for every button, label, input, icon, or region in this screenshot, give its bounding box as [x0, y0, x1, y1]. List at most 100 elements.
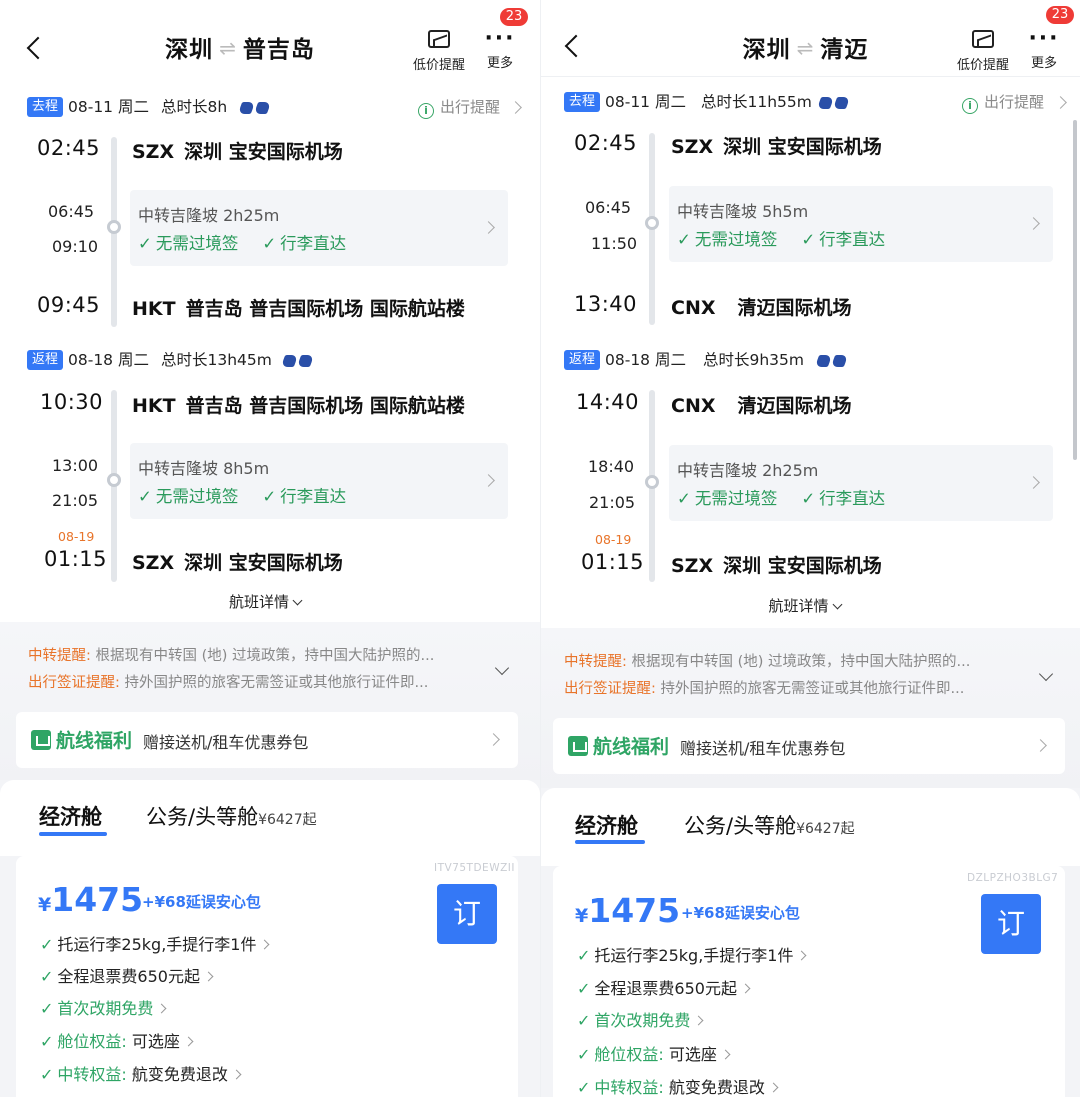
flight-detail-toggle[interactable]: 航班详情 — [0, 591, 535, 612]
book-button[interactable]: 订 — [981, 894, 1041, 954]
return-transfer-title: 中转吉隆坡 8h5m — [138, 459, 270, 478]
airline-logo-icon — [237, 100, 274, 114]
fare-code: ITV75TDEWZII — [434, 862, 515, 874]
chevron-down-icon — [292, 595, 303, 606]
tab-economy[interactable]: 经济舱 — [39, 801, 102, 831]
travel-reminder-button[interactable]: i 出行提醒 — [418, 94, 500, 120]
return-transfer-arr-time: 13:00 — [52, 456, 99, 475]
return-date: 08-18 周二 — [68, 351, 149, 369]
more-button[interactable]: ··· 更多 — [468, 28, 532, 72]
return-leg-header: 返程 08-18 周二 总时长9h35m — [541, 347, 1080, 373]
feature-reschedule[interactable]: ✓ 首次改期免费 — [577, 1007, 704, 1031]
panel-phuket: 深圳 ⇌ 普吉岛 低价提醒 ··· 更多 23 去程 08-11 周二 总时长8h … — [0, 0, 540, 1097]
check-icon: ✓ — [40, 935, 54, 954]
info-icon: i — [418, 103, 434, 119]
feature-baggage[interactable]: ✓ 托运行李25kg,手提行李1件 — [40, 931, 270, 955]
outbound-transfer-tags: ✓ 无需过境签 ✓ 行李直达 — [677, 230, 886, 249]
check-icon: ✓ — [138, 487, 152, 506]
return-arr-time: 01:15 — [581, 550, 645, 574]
return-next-day-date: 08-19 — [58, 529, 95, 544]
delay-protection-addon[interactable]: +¥68延误安心包 — [681, 902, 800, 923]
fare-code: DZLPZHO3BLG7 — [967, 872, 1059, 884]
chevron-right-icon — [231, 1069, 242, 1080]
chevron-right-icon — [720, 1049, 731, 1060]
return-duration: 总时长9h35m — [703, 351, 805, 369]
outbound-arr-time: 09:45 — [37, 293, 101, 317]
transfer-dot — [645, 216, 659, 230]
title-from: 深圳 — [742, 37, 791, 63]
transfer-dot — [107, 220, 121, 234]
feature-baggage[interactable]: ✓ 托运行李25kg,手提行李1件 — [577, 942, 807, 966]
fare-price: ¥1475 — [38, 880, 144, 919]
travel-reminder-label: 出行提醒 — [984, 93, 1045, 111]
tab-business[interactable]: 公务/头等舱¥6427起 — [684, 810, 855, 840]
chevron-right-icon — [487, 733, 500, 746]
check-icon: ✓ — [40, 967, 54, 986]
flight-detail-toggle[interactable]: 航班详情 — [541, 595, 1074, 616]
chevron-right-icon — [1054, 96, 1067, 109]
more-dots-icon: ··· — [1028, 26, 1060, 51]
feature-cabin-rights[interactable]: ✓ 舱位权益: 可选座 — [577, 1041, 731, 1065]
chevron-right-icon — [693, 1015, 704, 1026]
book-button[interactable]: 订 — [437, 884, 497, 944]
chevron-down-icon[interactable] — [1038, 666, 1054, 682]
screenshot-root: 深圳 ⇌ 普吉岛 低价提醒 ··· 更多 23 去程 08-11 周二 总时长8h … — [0, 0, 1080, 1097]
check-icon: ✓ — [577, 946, 591, 965]
more-button[interactable]: ··· 更多 — [1012, 26, 1076, 72]
transfer-notice[interactable]: 中转提醒: 根据现有中转国 (地) 过境政策，持中国大陆护照的... — [564, 650, 1024, 671]
return-transfer-box[interactable]: 中转吉隆坡 2h25m ✓ 无需过境签 ✓ 行李直达 — [669, 445, 1053, 521]
outbound-dep-time: 02:45 — [574, 131, 638, 155]
feature-cabin-rights[interactable]: ✓ 舱位权益: 可选座 — [40, 1028, 194, 1052]
return-transfer-box[interactable]: 中转吉隆坡 8h5m ✓ 无需过境签 ✓ 行李直达 — [130, 443, 508, 519]
return-arr-airport: SZX 深圳 宝安国际机场 — [132, 552, 343, 574]
outbound-transfer-dep-time: 11:50 — [591, 234, 638, 253]
chevron-right-icon — [509, 101, 522, 114]
tab-business[interactable]: 公务/头等舱¥6427起 — [146, 801, 317, 831]
route-benefit-card[interactable]: 航线福利 赠接送机/租车优惠券包 — [553, 718, 1065, 774]
route-benefit-desc: 赠接送机/租车优惠券包 — [143, 733, 309, 752]
route-benefit-card[interactable]: 航线福利 赠接送机/租车优惠券包 — [16, 712, 518, 768]
outbound-transfer-box[interactable]: 中转吉隆坡 2h25m ✓ 无需过境签 ✓ 行李直达 — [130, 190, 508, 266]
low-price-alert-button[interactable]: 低价提醒 — [407, 30, 471, 73]
tab-economy[interactable]: 经济舱 — [575, 810, 638, 840]
scrollbar[interactable] — [1073, 120, 1077, 460]
check-icon: ✓ — [262, 234, 277, 253]
outbound-transfer-title: 中转吉隆坡 2h25m — [138, 206, 280, 225]
outbound-transfer-box[interactable]: 中转吉隆坡 5h5m ✓ 无需过境签 ✓ 行李直达 — [669, 186, 1053, 262]
return-next-day-date: 08-19 — [595, 532, 632, 547]
title-from: 深圳 — [165, 37, 214, 63]
low-price-alert-button[interactable]: 低价提醒 — [951, 30, 1015, 73]
outbound-transfer-arr-time: 06:45 — [48, 202, 95, 221]
feature-refund[interactable]: ✓ 全程退票费650元起 — [577, 975, 751, 999]
feature-transfer-rights[interactable]: ✓ 中转权益: 航变免费退改 — [40, 1061, 242, 1085]
feature-transfer-rights[interactable]: ✓ 中转权益: 航变免费退改 — [577, 1074, 779, 1097]
panel-chiang-mai: 深圳 ⇌ 清迈 低价提醒 ··· 更多 23 去程 08-11 周二 总时长11h5… — [540, 0, 1080, 1097]
chevron-right-icon — [797, 950, 807, 961]
fare-area: 经济舱 公务/头等舱¥6427起 ITV75TDEWZII ¥1475 +¥68… — [0, 780, 540, 1097]
check-icon: ✓ — [801, 230, 816, 249]
transfer-dot — [107, 473, 121, 487]
check-icon: ✓ — [677, 489, 691, 508]
visa-notice[interactable]: 出行签证提醒: 持外国护照的旅客无需签证或其他旅行证件即... — [28, 671, 488, 692]
travel-reminder-label: 出行提醒 — [440, 98, 501, 116]
outbound-arr-airport: HKT 普吉岛 普吉国际机场 国际航站楼 — [132, 298, 465, 320]
outbound-leg-header: 去程 08-11 周二 总时长8h i 出行提醒 — [0, 94, 540, 120]
more-label: 更多 — [486, 56, 513, 71]
check-icon: ✓ — [262, 487, 277, 506]
return-transfer-dep-time: 21:05 — [52, 491, 99, 510]
feature-refund[interactable]: ✓ 全程退票费650元起 — [40, 963, 214, 987]
outbound-transfer-tags: ✓ 无需过境签 ✓ 行李直达 — [138, 234, 347, 253]
chevron-right-icon — [482, 221, 495, 234]
check-icon: ✓ — [577, 979, 591, 998]
feature-reschedule[interactable]: ✓ 首次改期免费 — [40, 995, 167, 1019]
visa-notice[interactable]: 出行签证提醒: 持外国护照的旅客无需签证或其他旅行证件即... — [564, 677, 1024, 698]
travel-reminder-button[interactable]: i 出行提醒 — [962, 89, 1044, 115]
transfer-notice[interactable]: 中转提醒: 根据现有中转国 (地) 过境政策，持中国大陆护照的... — [28, 644, 488, 665]
delay-protection-addon[interactable]: +¥68延误安心包 — [142, 891, 261, 912]
info-icon: i — [962, 98, 978, 114]
chevron-right-icon — [1034, 739, 1047, 752]
return-dep-time: 10:30 — [40, 390, 104, 414]
chevron-down-icon[interactable] — [494, 660, 510, 676]
gift-icon — [568, 736, 588, 756]
title-to: 普吉岛 — [242, 37, 315, 63]
